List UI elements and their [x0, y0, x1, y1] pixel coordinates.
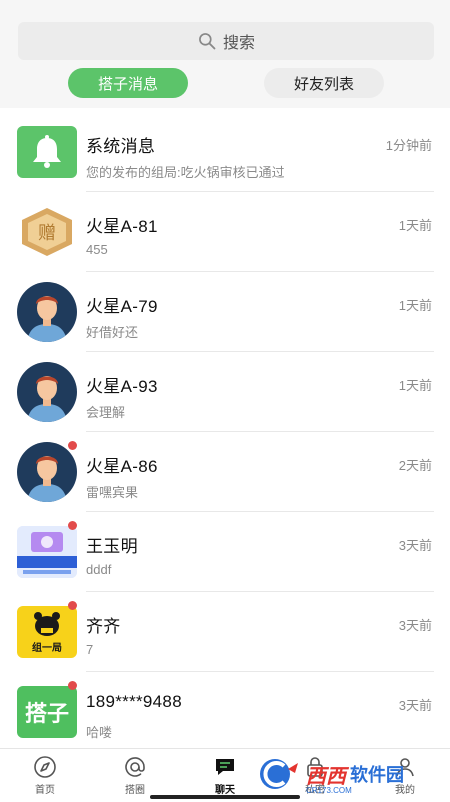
search-icon [199, 33, 216, 50]
unread-dot [68, 601, 77, 610]
contact-name: 系统消息 [86, 137, 156, 156]
message-row[interactable]: 赠 火星A-81 455 1天前 [0, 192, 450, 272]
contact-name: 齐齐 [86, 617, 121, 636]
tabbar-label: 首页 [35, 785, 55, 796]
home-indicator [150, 795, 300, 799]
chat-icon [216, 759, 234, 775]
message-row[interactable]: 火星A-93 会理解 1天前 [0, 352, 450, 432]
tabbar-circle[interactable]: 搭圈 [105, 755, 165, 796]
message-time: 3天前 [398, 618, 432, 633]
message-tabs: 搭子消息 好友列表 [0, 68, 450, 100]
message-row[interactable]: 王玉明 dddf 3天前 [0, 512, 450, 592]
message-time: 3天前 [398, 538, 432, 553]
header: 搜索 搭子消息 好友列表 [0, 0, 450, 108]
bell-icon [17, 126, 77, 178]
bear-logo-avatar: 组一局 [17, 606, 77, 658]
at-icon [125, 757, 145, 777]
watermark-text-2: 软件园 [350, 765, 404, 785]
message-preview: 7 [86, 642, 94, 657]
promo-image-avatar [17, 526, 77, 578]
message-row[interactable]: 火星A-79 好借好还 1天前 [0, 272, 450, 352]
gift-badge-text: 赠 [38, 223, 56, 244]
message-time: 2天前 [398, 458, 432, 473]
message-time: 1天前 [398, 218, 432, 233]
person-avatar [17, 442, 77, 502]
message-time: 1天前 [398, 298, 432, 313]
unread-dot [68, 681, 77, 690]
message-row[interactable]: 火星A-86 雷嘿宾果 2天前 [0, 432, 450, 512]
message-preview: dddf [86, 562, 112, 577]
message-preview: 会理解 [86, 405, 126, 420]
message-row[interactable]: 系统消息 您的发布的组局:吃火锅审核已通过 1分钟前 [0, 112, 450, 192]
tab-partner-messages[interactable]: 搭子消息 [68, 68, 188, 98]
person-avatar [17, 282, 77, 342]
contact-name: 火星A-81 [86, 217, 158, 236]
search-label: 搜索 [222, 35, 255, 52]
watermark-text: 西西 [306, 765, 346, 788]
message-time: 1分钟前 [385, 138, 432, 153]
watermark-logo-icon [260, 759, 298, 789]
text-logo-avatar: 搭子 [17, 686, 77, 738]
message-preview: 哈喽 [86, 725, 113, 740]
unread-dot [68, 521, 77, 530]
search-bar[interactable]: 搜索 [18, 22, 434, 60]
tabbar-home[interactable]: 首页 [15, 755, 75, 796]
message-preview: 您的发布的组局:吃火锅审核已通过 [86, 165, 285, 180]
message-row[interactable]: 搭子 189****9488 哈喽 3天前 [0, 672, 450, 752]
gift-badge-avatar: 赠 [17, 206, 77, 258]
message-time: 1天前 [398, 378, 432, 393]
unread-dot [68, 441, 77, 450]
message-time: 3天前 [398, 698, 432, 713]
text-logo: 搭子 [24, 702, 69, 727]
contact-name: 王玉明 [86, 537, 138, 556]
contact-name: 火星A-93 [86, 377, 158, 396]
compass-icon [34, 756, 56, 778]
message-row[interactable]: 组一局 齐齐 7 3天前 [0, 592, 450, 672]
message-preview: 455 [86, 242, 108, 257]
bear-logo-text: 组一局 [32, 641, 62, 654]
message-preview: 好借好还 [86, 325, 139, 340]
person-avatar [17, 362, 77, 422]
message-preview: 雷嘿宾果 [86, 485, 139, 500]
contact-name: 火星A-79 [86, 297, 158, 316]
contact-name: 189****9488 [86, 692, 182, 711]
contact-name: 火星A-86 [86, 457, 158, 476]
watermark-sub: CR173.COM [306, 786, 352, 795]
tabbar-label: 搭圈 [125, 785, 145, 796]
tab-friend-list[interactable]: 好友列表 [264, 68, 384, 98]
tabbar-chat[interactable]: 聊天 [195, 755, 255, 796]
